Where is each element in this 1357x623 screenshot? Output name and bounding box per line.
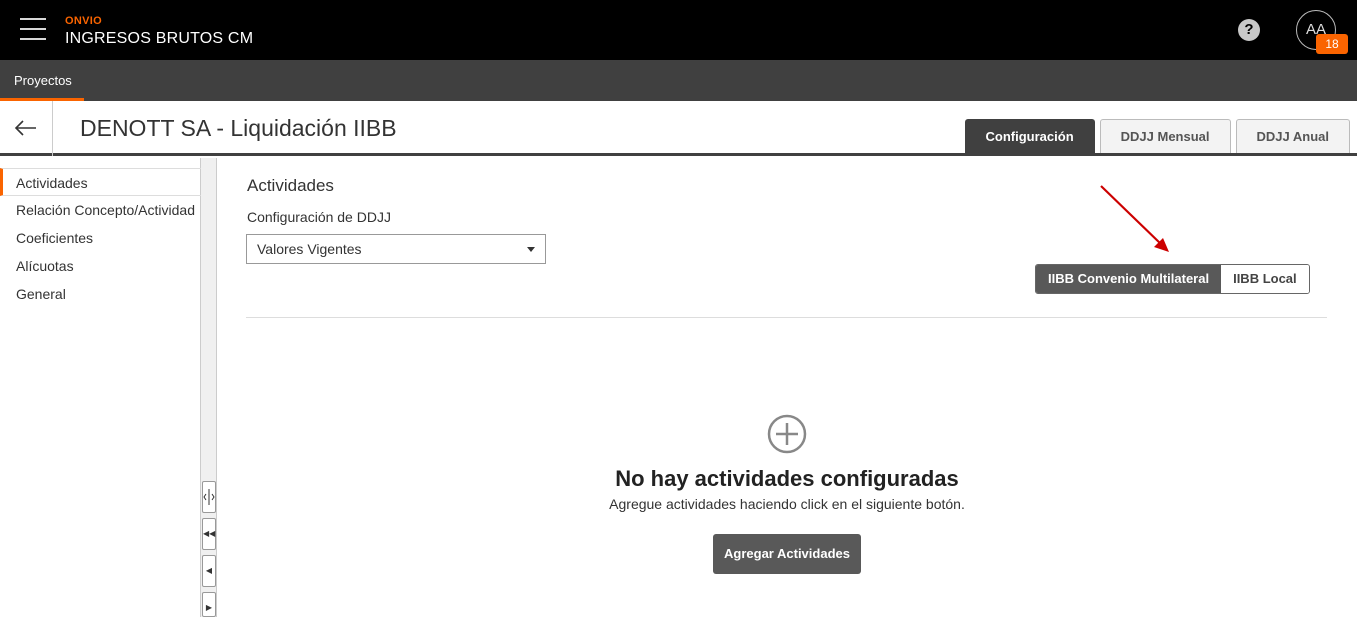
tab-ddjj-anual[interactable]: DDJJ Anual bbox=[1235, 119, 1350, 153]
sidebar-item-general[interactable]: General bbox=[0, 280, 201, 308]
app-title: INGRESOS BRUTOS CM bbox=[65, 30, 254, 47]
top-header: ONVIO INGRESOS BRUTOS CM ? AA 18 bbox=[0, 0, 1357, 60]
toggle-convenio-multilateral[interactable]: IIBB Convenio Multilateral bbox=[1036, 265, 1222, 293]
resize-handle-icon[interactable] bbox=[202, 481, 216, 513]
annotation-arrow-icon bbox=[1100, 185, 1169, 252]
page-header: DENOTT SA - Liquidación IIBB Configuraci… bbox=[0, 101, 1357, 156]
notification-badge[interactable]: 18 bbox=[1316, 34, 1348, 54]
help-icon[interactable]: ? bbox=[1238, 19, 1260, 41]
main-content: Actividades Configuración de DDJJ Valore… bbox=[217, 158, 1357, 617]
collapse-icon[interactable]: ◀ bbox=[202, 555, 216, 587]
empty-state-subtitle: Agregue actividades haciendo click en el… bbox=[609, 496, 965, 512]
sidebar-item-coeficientes[interactable]: Coeficientes bbox=[0, 224, 201, 252]
tab-ddjj-mensual[interactable]: DDJJ Mensual bbox=[1099, 119, 1231, 153]
config-label: Configuración de DDJJ bbox=[247, 209, 391, 225]
chevron-down-icon bbox=[527, 247, 535, 252]
page-title: DENOTT SA - Liquidación IIBB bbox=[80, 115, 397, 141]
tab-proyectos[interactable]: Proyectos bbox=[0, 60, 84, 101]
config-select-value: Valores Vigentes bbox=[257, 241, 362, 257]
sidebar: Actividades Relación Concepto/Actividad … bbox=[0, 158, 201, 617]
iibb-type-toggle: IIBB Convenio Multilateral IIBB Local bbox=[1035, 264, 1310, 294]
sidebar-splitter[interactable]: ◀◀ ◀ ▶ bbox=[201, 158, 217, 617]
config-select[interactable]: Valores Vigentes bbox=[246, 234, 546, 264]
plus-circle-icon bbox=[767, 414, 807, 454]
sidebar-item-actividades[interactable]: Actividades bbox=[0, 168, 201, 196]
page-tabs: Configuración DDJJ Mensual DDJJ Anual bbox=[964, 119, 1350, 153]
sidebar-item-alicuotas[interactable]: Alícuotas bbox=[0, 252, 201, 280]
tab-configuracion[interactable]: Configuración bbox=[964, 119, 1095, 153]
expand-icon[interactable]: ▶ bbox=[202, 592, 216, 617]
back-button[interactable] bbox=[0, 101, 53, 156]
section-title: Actividades bbox=[247, 176, 334, 195]
toggle-iibb-local[interactable]: IIBB Local bbox=[1221, 265, 1309, 293]
empty-state-title: No hay actividades configuradas bbox=[615, 466, 959, 491]
collapse-all-icon[interactable]: ◀◀ bbox=[202, 518, 216, 550]
add-activities-button[interactable]: Agregar Actividades bbox=[713, 534, 861, 574]
project-bar: Proyectos bbox=[0, 60, 1357, 101]
sidebar-item-relacion-concepto-actividad[interactable]: Relación Concepto/Actividad bbox=[0, 196, 201, 224]
divider bbox=[246, 317, 1327, 318]
menu-icon[interactable] bbox=[20, 17, 46, 41]
brand-logo: ONVIO bbox=[65, 15, 102, 27]
arrow-left-icon bbox=[14, 120, 36, 136]
